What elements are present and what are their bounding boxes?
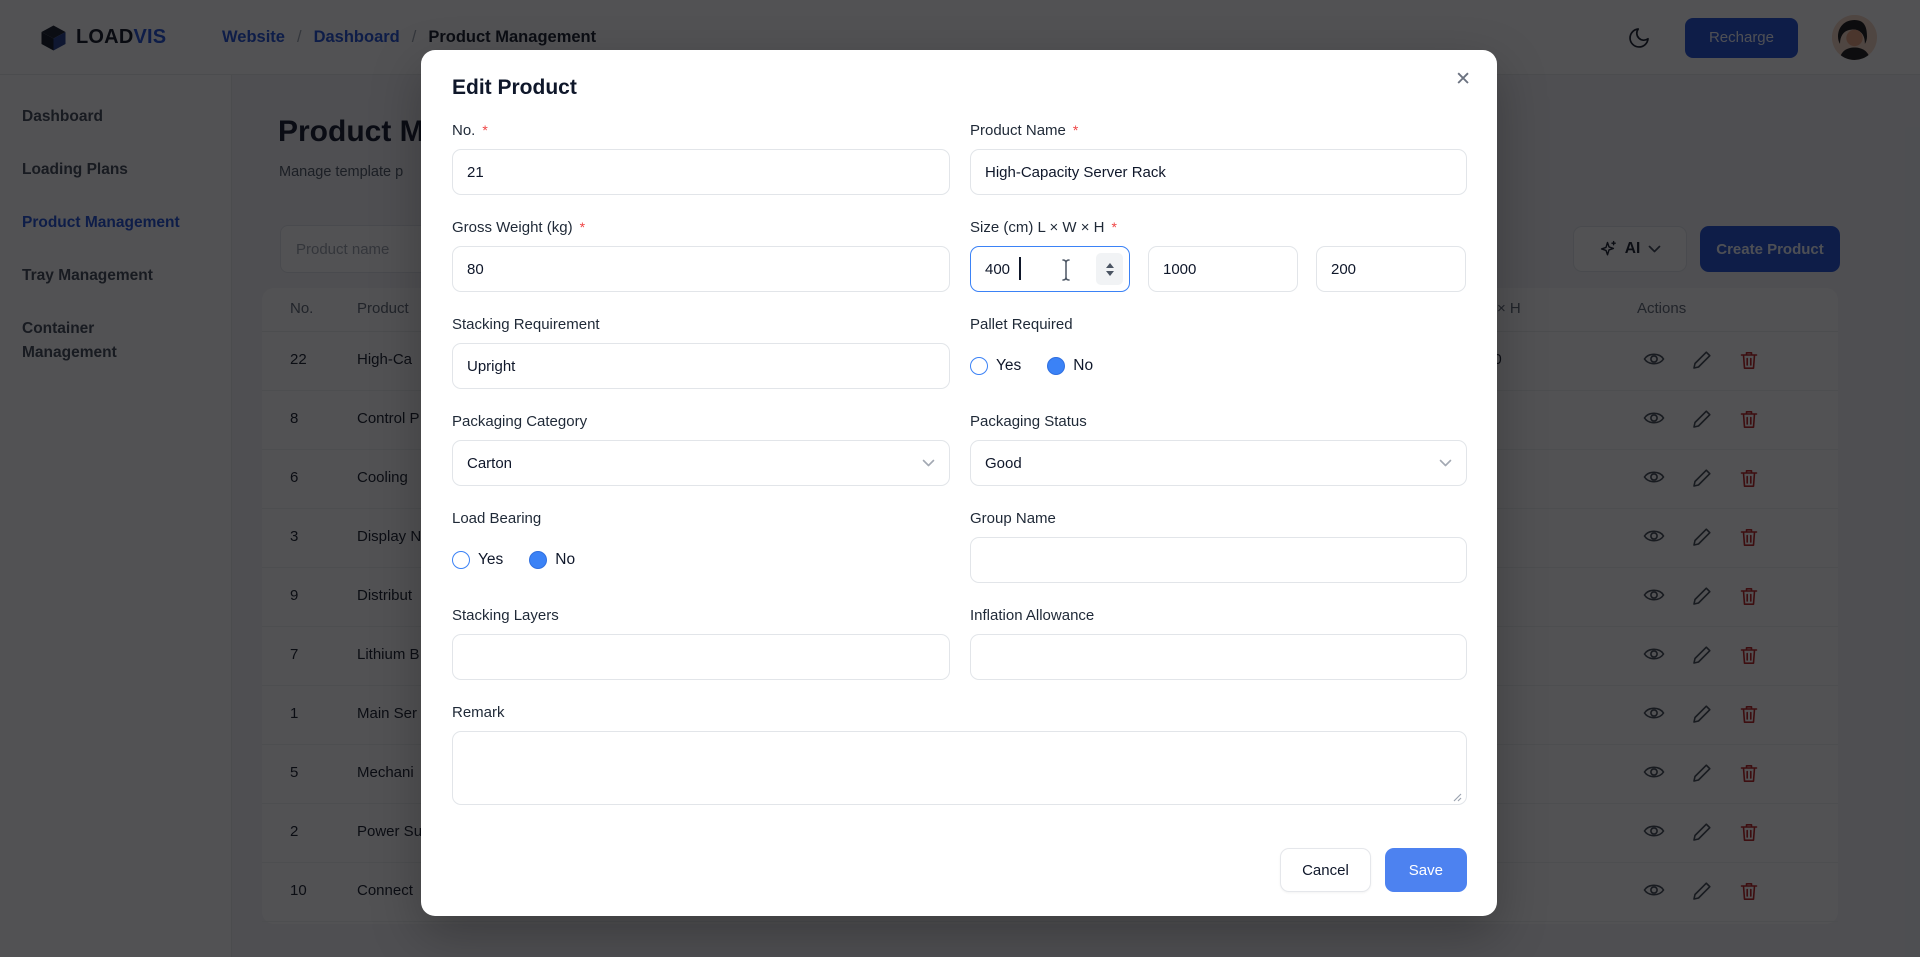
field-label: Group Name — [970, 510, 1467, 528]
field-label: Stacking Layers — [452, 607, 950, 625]
field-inflation-allowance: Inflation Allowance — [970, 607, 1467, 680]
text-caret — [1019, 257, 1021, 280]
ibeam-cursor-icon — [1060, 258, 1072, 282]
chevron-down-icon — [1439, 459, 1452, 467]
cancel-button[interactable]: Cancel — [1280, 848, 1371, 892]
field-product-name: Product Name* — [970, 122, 1467, 195]
field-label: Load Bearing — [452, 510, 950, 528]
pallet-required-yes-radio[interactable]: Yes — [970, 357, 1021, 375]
radio-checked-icon — [1047, 357, 1065, 375]
field-label: Inflation Allowance — [970, 607, 1467, 625]
field-remark: Remark — [452, 704, 1467, 810]
radio-checked-icon — [529, 551, 547, 569]
load-bearing-no-radio[interactable]: No — [529, 551, 575, 569]
close-icon[interactable]: ✕ — [1455, 70, 1471, 89]
modal-title: Edit Product — [452, 76, 1467, 100]
field-label: Size (cm) L × W × H* — [970, 219, 1467, 237]
gross-weight-input[interactable] — [452, 246, 950, 292]
chevron-down-icon — [922, 459, 935, 467]
field-label: Product Name* — [970, 122, 1467, 140]
required-asterisk: * — [482, 122, 487, 138]
field-size: Size (cm) L × W × H* — [970, 219, 1467, 292]
size-height-input[interactable] — [1316, 246, 1466, 292]
remark-textarea[interactable] — [452, 731, 1467, 805]
packaging-status-select[interactable]: Good — [970, 440, 1467, 486]
radio-unchecked-icon — [452, 551, 470, 569]
field-no: No.* — [452, 122, 950, 195]
select-value: Carton — [467, 455, 512, 472]
field-gross-weight: Gross Weight (kg)* — [452, 219, 950, 292]
resize-handle-icon[interactable] — [1451, 791, 1462, 802]
field-label: Packaging Status — [970, 413, 1467, 431]
number-spinner[interactable] — [1096, 253, 1123, 285]
field-packaging-status: Packaging Status Good — [970, 413, 1467, 486]
field-stacking-layers: Stacking Layers — [452, 607, 950, 680]
stacking-layers-input[interactable] — [452, 634, 950, 680]
field-group-name: Group Name — [970, 510, 1467, 583]
size-width-input[interactable] — [1148, 246, 1298, 292]
field-label: Pallet Required — [970, 316, 1467, 334]
field-pallet-required: Pallet Required Yes No — [970, 316, 1467, 389]
required-asterisk: * — [1073, 122, 1078, 138]
load-bearing-yes-radio[interactable]: Yes — [452, 551, 503, 569]
field-label: Gross Weight (kg)* — [452, 219, 950, 237]
group-name-input[interactable] — [970, 537, 1467, 583]
field-stacking-requirement: Stacking Requirement — [452, 316, 950, 389]
spinner-down-icon[interactable] — [1106, 271, 1114, 276]
product-name-input[interactable] — [970, 149, 1467, 195]
field-label: No.* — [452, 122, 950, 140]
edit-product-modal: ✕ Edit Product No.* Product Name* Gross … — [421, 50, 1497, 916]
field-label: Packaging Category — [452, 413, 950, 431]
pallet-required-no-radio[interactable]: No — [1047, 357, 1093, 375]
required-asterisk: * — [580, 219, 585, 235]
field-label: Stacking Requirement — [452, 316, 950, 334]
modal-footer: Cancel Save — [452, 848, 1467, 892]
select-value: Good — [985, 455, 1022, 472]
no-input[interactable] — [452, 149, 950, 195]
radio-unchecked-icon — [970, 357, 988, 375]
spinner-up-icon[interactable] — [1106, 263, 1114, 268]
packaging-category-select[interactable]: Carton — [452, 440, 950, 486]
save-button[interactable]: Save — [1385, 848, 1467, 892]
field-packaging-category: Packaging Category Carton — [452, 413, 950, 486]
field-label: Remark — [452, 704, 1467, 722]
stacking-requirement-input[interactable] — [452, 343, 950, 389]
field-load-bearing: Load Bearing Yes No — [452, 510, 950, 583]
required-asterisk: * — [1111, 219, 1116, 235]
inflation-allowance-input[interactable] — [970, 634, 1467, 680]
